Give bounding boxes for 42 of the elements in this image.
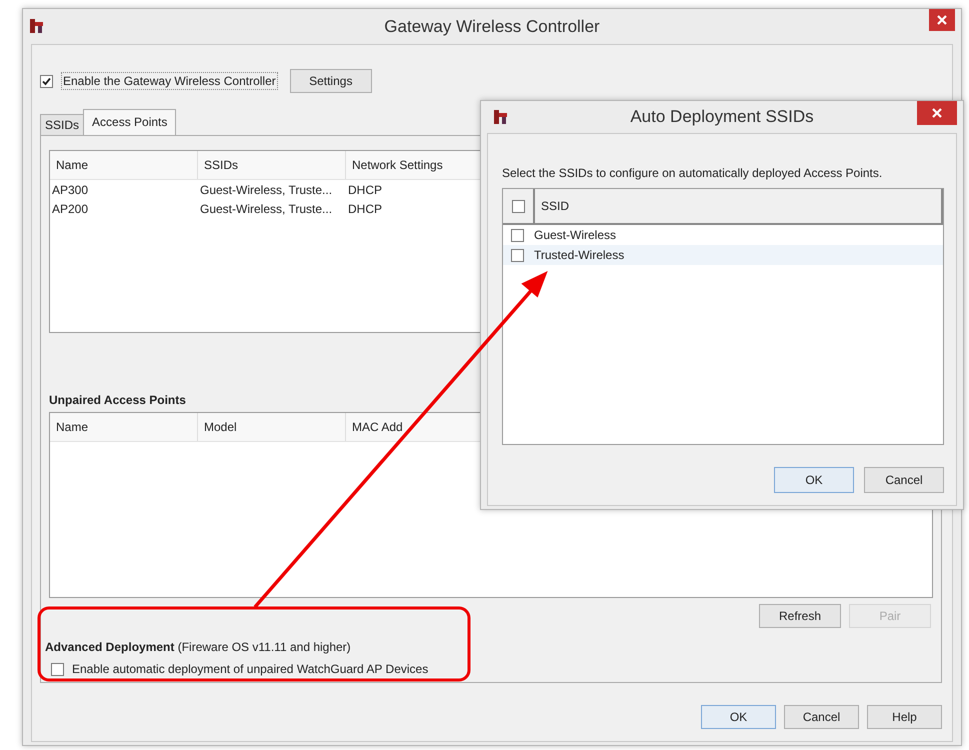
table-cell-text: Guest-Wireless, Truste... (199, 182, 334, 196)
dialog-button[interactable]: Cancel (784, 705, 859, 729)
close-button[interactable] (917, 101, 957, 125)
checkbox-label[interactable]: Enable the Gateway Wireless Controller (61, 72, 278, 90)
ssid-row[interactable]: Trusted-Wireless (503, 245, 943, 265)
dialog-button[interactable]: OK (701, 705, 776, 729)
table-cell-text: AP300 (51, 182, 90, 196)
checkbox-label[interactable]: Enable automatic deployment of unpaired WatchGuard AP Devices (72, 662, 428, 676)
tab[interactable]: Access Points (83, 109, 176, 135)
section-title: Unpaired Access Points (49, 393, 187, 407)
settings-button[interactable]: Settings (290, 69, 372, 93)
dialog-button[interactable]: Help (867, 705, 942, 729)
select-all-checkbox[interactable] (512, 200, 524, 212)
table-cell-text: AP200 (51, 202, 90, 216)
instruction-text: Select the SSIDs to configure on automatically deployed Access Points. (502, 166, 884, 180)
dialog-button[interactable]: OK (774, 467, 854, 493)
app-logo-icon (493, 109, 509, 125)
tab[interactable]: SSIDs (40, 114, 84, 135)
dialog-button[interactable]: Cancel (864, 467, 944, 493)
ssid-row[interactable]: Guest-Wireless (503, 225, 943, 245)
window-title: Gateway Wireless Controller (384, 16, 600, 36)
close-button[interactable] (929, 9, 955, 31)
window-title: Auto Deployment SSIDs (630, 107, 814, 127)
column-header[interactable]: Name (50, 413, 198, 441)
ssid-label: Trusted-Wireless (534, 248, 624, 262)
column-header[interactable]: SSIDs (198, 151, 346, 179)
close-icon (937, 15, 947, 25)
table-cell-text: DHCP (347, 182, 384, 196)
ssid-label: Guest-Wireless (534, 228, 616, 242)
table-cell-text: DHCP (347, 202, 384, 216)
column-header[interactable]: SSID (535, 189, 570, 223)
checkbox[interactable] (40, 74, 53, 88)
column-header[interactable]: Model (198, 413, 346, 441)
action-button[interactable]: Refresh (759, 604, 841, 628)
column-header[interactable]: Name (50, 151, 198, 179)
table-cell-text: Guest-Wireless, Truste... (199, 202, 334, 216)
checkbox[interactable] (511, 248, 524, 262)
app-logo-icon (29, 18, 45, 34)
section-title: Advanced Deployment (Fireware OS v11.11 and higher) (45, 640, 352, 654)
checkbox[interactable] (51, 662, 64, 676)
checkbox[interactable] (511, 228, 524, 242)
close-icon (932, 108, 942, 118)
